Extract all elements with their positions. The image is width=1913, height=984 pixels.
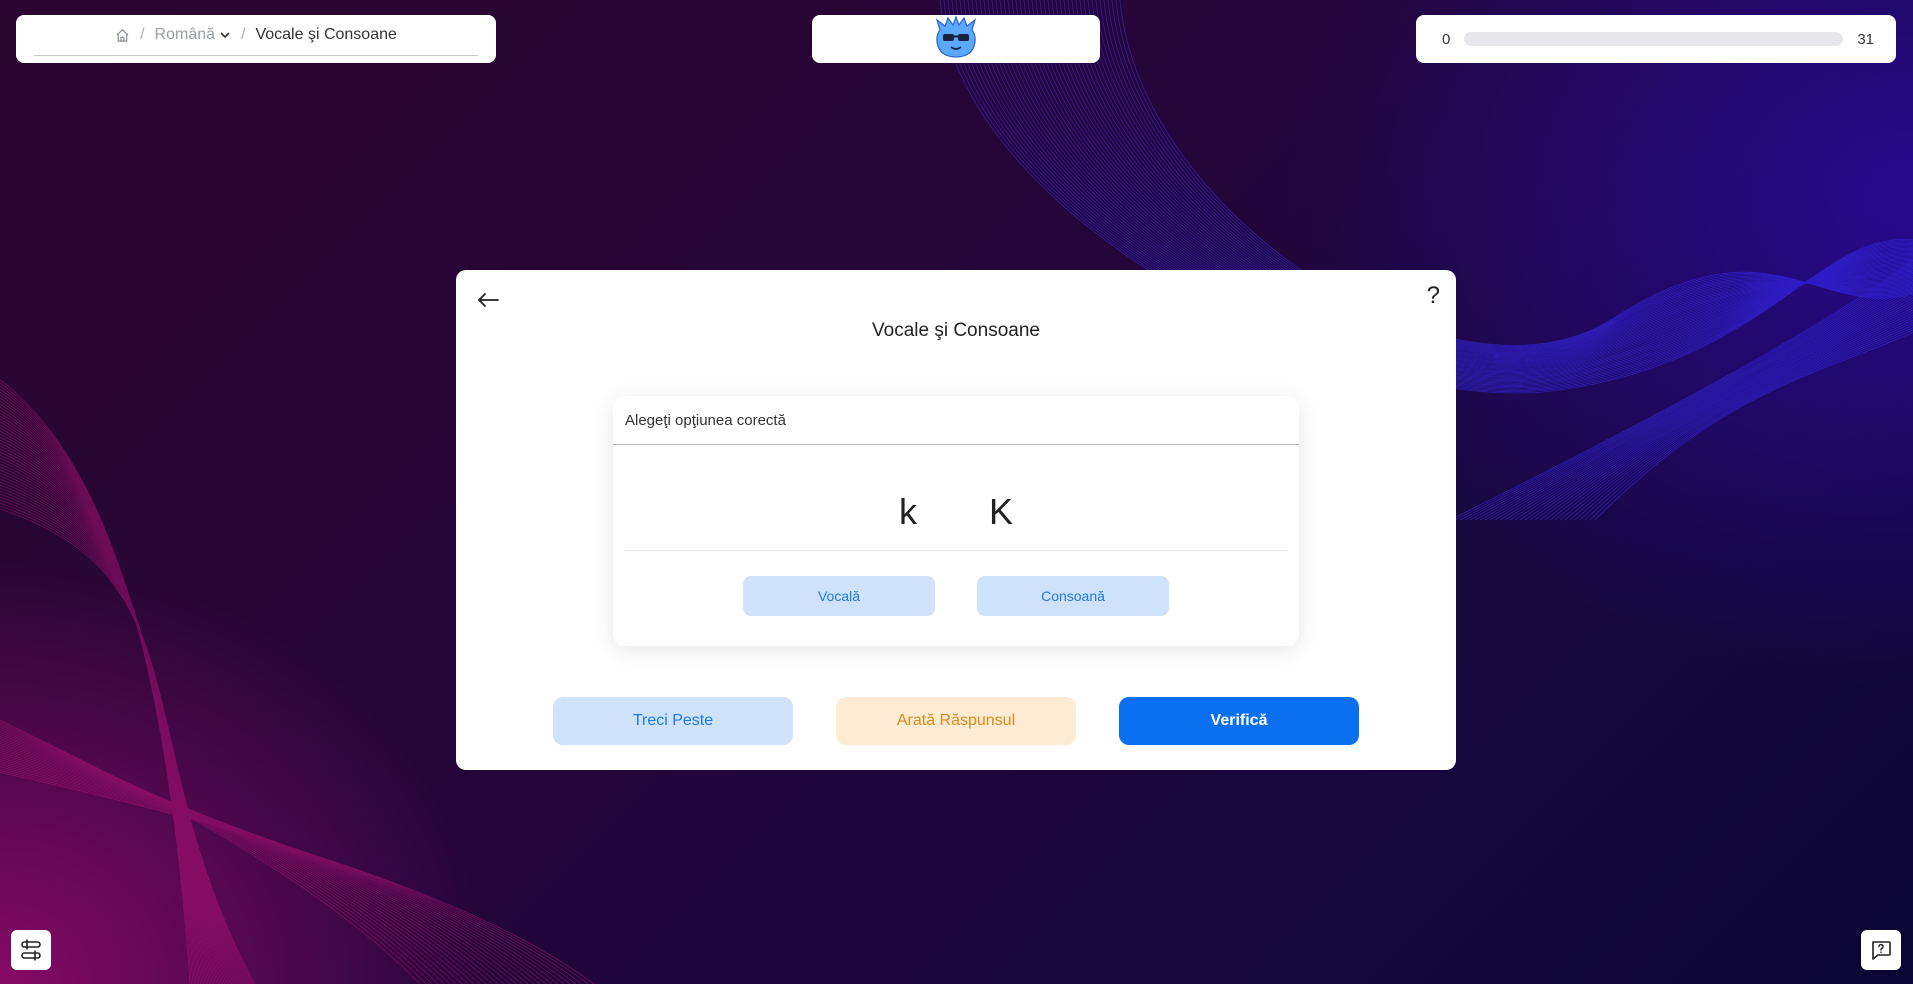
breadcrumb: / Română / Vocale şi Consoane bbox=[16, 15, 496, 55]
home-icon[interactable] bbox=[115, 28, 130, 43]
skip-button[interactable]: Treci Peste bbox=[553, 697, 793, 745]
progress-bar bbox=[1464, 32, 1844, 46]
progress-current: 0 bbox=[1442, 30, 1451, 48]
language-dropdown[interactable]: Română bbox=[155, 26, 231, 44]
breadcrumb-divider bbox=[34, 55, 478, 56]
chevron-down-icon bbox=[220, 32, 230, 39]
page-title: Vocale şi Consoane bbox=[872, 320, 1040, 341]
option-consonant-button[interactable]: Consoană bbox=[977, 576, 1169, 616]
mascot-logo-icon[interactable] bbox=[934, 14, 978, 63]
settings-sliders-icon bbox=[21, 939, 41, 961]
letter-display: k K bbox=[613, 491, 1299, 533]
breadcrumb-current: Vocale şi Consoane bbox=[255, 26, 397, 43]
breadcrumb-panel: / Română / Vocale şi Consoane bbox=[16, 15, 496, 63]
divider bbox=[625, 550, 1287, 551]
back-button[interactable] bbox=[474, 286, 502, 314]
question-panel: Alegeţi opţiunea corectă k K Vocală Cons… bbox=[613, 396, 1299, 646]
chat-help-icon bbox=[1872, 941, 1891, 960]
action-buttons: Treci Peste Arată Răspunsul Verifică bbox=[456, 697, 1456, 745]
progress-panel: 0 31 bbox=[1416, 15, 1896, 63]
progress-total: 31 bbox=[1857, 30, 1874, 48]
breadcrumb-separator: / bbox=[241, 26, 246, 43]
letter-uppercase: K bbox=[988, 491, 1013, 532]
question-prompt: Alegeţi opţiunea corectă bbox=[613, 396, 1299, 445]
arrow-left-icon bbox=[478, 293, 499, 307]
settings-button[interactable] bbox=[11, 930, 51, 970]
letter-lowercase: k bbox=[898, 491, 917, 532]
answer-options: Vocală Consoană bbox=[613, 576, 1299, 616]
help-button[interactable]: ? bbox=[1427, 282, 1440, 310]
check-button[interactable]: Verifică bbox=[1119, 697, 1359, 745]
feedback-button[interactable] bbox=[1861, 930, 1901, 970]
breadcrumb-separator: / bbox=[140, 26, 145, 43]
show-answer-button[interactable]: Arată Răspunsul bbox=[836, 697, 1076, 745]
option-vowel-button[interactable]: Vocală bbox=[743, 576, 935, 616]
language-label: Română bbox=[154, 26, 216, 43]
logo-panel bbox=[812, 14, 1100, 63]
exercise-card: ? Vocale şi Consoane Alegeţi opţiunea co… bbox=[456, 270, 1456, 770]
